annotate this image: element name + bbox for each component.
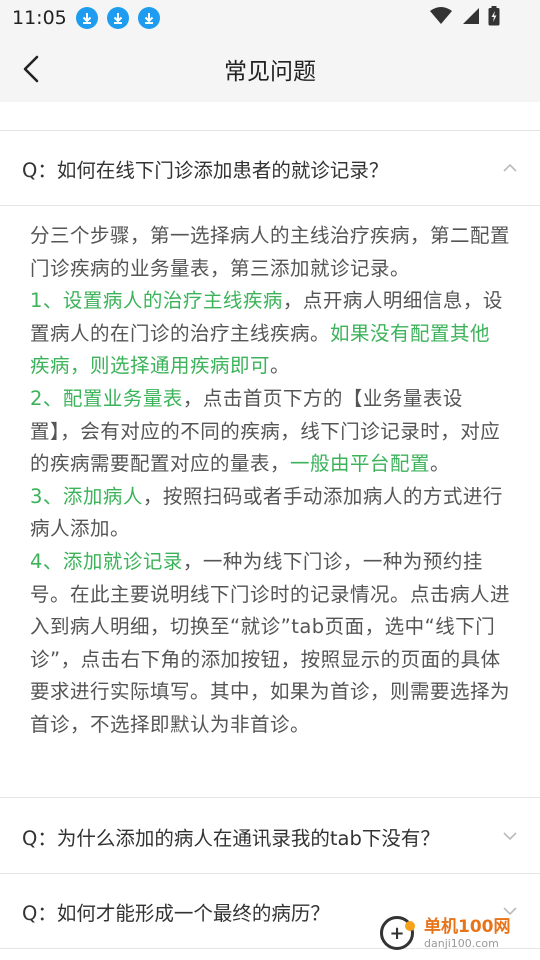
status-indicators: [430, 6, 500, 26]
step-1-heading: 1、设置病人的治疗主线疾病: [30, 289, 283, 313]
step-2-end: 。: [430, 452, 451, 476]
battery-icon: [488, 6, 500, 26]
chevron-down-icon: [503, 832, 517, 841]
nav-bar: 常见问题: [0, 36, 540, 102]
chevron-left-icon: [23, 55, 39, 83]
download-icon: [75, 7, 98, 29]
chevron-up-icon: [503, 163, 517, 172]
watermark-logo: + 单机100网 danji100.com: [380, 910, 530, 956]
step-2-heading: 2、配置业务量表: [30, 386, 183, 410]
status-time: 11:05: [12, 7, 67, 29]
faq-answer: 分三个步骤，第一选择病人的主线治疗疾病，第二配置门诊疾病的业务量表，第三添加就诊…: [0, 206, 540, 798]
faq-question: Q：为什么添加的病人在通讯录我的tab下没有？: [22, 826, 440, 850]
faq-answer-text: 分三个步骤，第一选择病人的主线治疗疾病，第二配置门诊疾病的业务量表，第三添加就诊…: [30, 220, 510, 742]
watermark-icon: +: [380, 916, 415, 950]
previous-faq-item[interactable]: [0, 102, 540, 131]
faq-question: Q：如何才能形成一个最终的病历？: [22, 901, 330, 925]
step-4-heading: 4、添加就诊记录: [30, 549, 183, 573]
wifi-icon: [430, 7, 452, 24]
answer-intro: 分三个步骤，第一选择病人的主线治疗疾病，第二配置门诊疾病的业务量表，第三添加就诊…: [30, 224, 511, 280]
back-button[interactable]: [20, 54, 44, 84]
faq-item-1[interactable]: Q：如何在线下门诊添加患者的就诊记录？: [0, 131, 540, 206]
faq-list[interactable]: Q：如何在线下门诊添加患者的就诊记录？ 分三个步骤，第一选择病人的主线治疗疾病，…: [0, 102, 540, 960]
step-1-end: 。: [270, 354, 291, 378]
page-title: 常见问题: [224, 59, 316, 85]
step-2-tip: 一般由平台配置: [290, 452, 431, 476]
download-icon: [106, 7, 129, 29]
signal-icon: [463, 8, 479, 24]
step-3-heading: 3、添加病人: [30, 484, 143, 508]
status-bar: 11:05: [0, 0, 540, 36]
faq-item-2[interactable]: Q：为什么添加的病人在通讯录我的tab下没有？: [0, 799, 540, 874]
step-4-body: ，一种为线下门诊，一种为预约挂号。在此主要说明线下门诊时的记录情况。点击病人进入…: [30, 549, 511, 736]
faq-question: Q：如何在线下门诊添加患者的就诊记录？: [22, 158, 389, 182]
download-icon: [137, 7, 160, 29]
watermark-title: 单机100网: [424, 916, 511, 937]
watermark-url: danji100.com: [424, 936, 499, 950]
